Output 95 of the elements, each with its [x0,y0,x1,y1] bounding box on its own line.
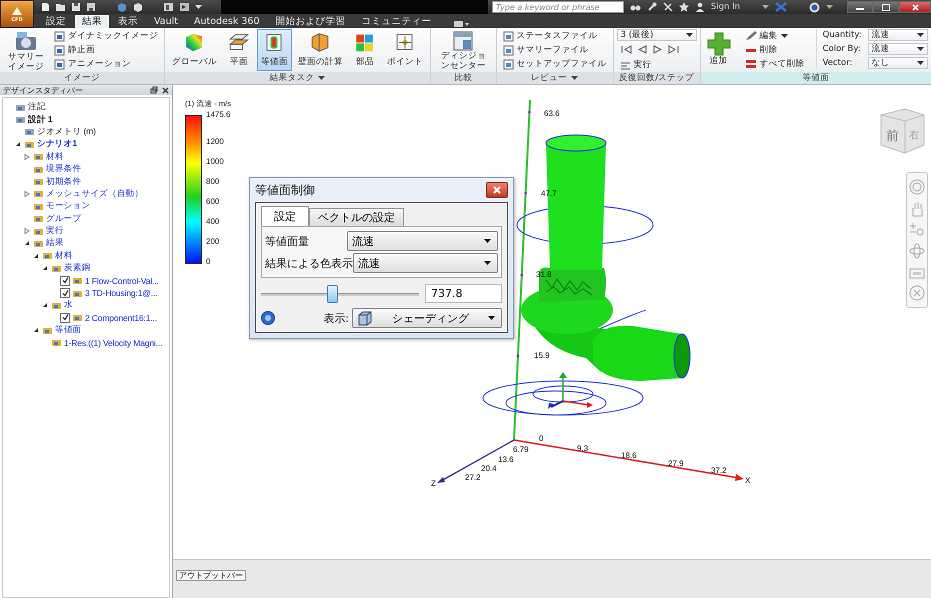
result-tool-button[interactable]: 部品 [348,29,381,71]
axis-tick-label: 0 [539,434,544,443]
field-label: 等値面量 [265,234,310,248]
ribbon-button[interactable]: ダイナミックイメージ [50,29,161,43]
axis-tick-label: 27.9 [668,459,684,468]
axis-tick-label: 20.4 [481,464,497,473]
legend-tick-label: 1000 [206,157,225,168]
ribbon-button[interactable]: 編集 [742,29,808,43]
view-cube-face-label[interactable]: 前 [886,129,899,144]
panel-title: 等値面 [802,72,830,84]
step-dropdown[interactable]: 3 (最後) [616,29,697,41]
tree-item[interactable]: 2 Component16:1... [85,312,157,323]
axis-tick-label: 6.79 [513,445,529,454]
axis-tick-label: 9.3 [577,444,588,453]
panel-title: 反復回数/ステップ [619,72,694,84]
run-button[interactable]: 実行 [616,58,655,72]
tree-item[interactable]: 3 TD-Housing:1@... [85,288,158,298]
tree-item[interactable]: ジオメトリ (m) [37,126,96,138]
axis-tick-label: 27.2 [465,473,481,482]
ribbon-button[interactable]: アニメーション [50,57,161,71]
dialog-tab[interactable]: ベクトルの設定 [309,208,404,226]
dialog-title: 等値面制御 [255,182,315,198]
value-field[interactable]: 737.8 [425,284,502,303]
ribbon-tab[interactable]: 設定 [39,15,73,28]
tree-item[interactable]: グループ [46,212,82,225]
dropdown[interactable]: なし [868,57,928,69]
decision-center-button[interactable]: ディシジョンセンター [434,29,493,72]
panel-title: レビュー [531,72,568,84]
legend-tick-label: 1475.6 [206,110,230,121]
ribbon-button[interactable]: 削除 [742,43,808,57]
legend-tick-label: 400 [206,217,220,228]
panel-title: イメージ [64,72,100,84]
tree-item[interactable]: メッシュサイズ（自動） [46,188,144,200]
field-label: Color By: [822,44,862,54]
result-tool-button[interactable]: 平面 [222,29,255,71]
legend-tick-label: 0 [206,257,212,268]
tree-item[interactable]: 結果 [46,237,64,250]
ribbon-button[interactable]: サマリーファイル [500,43,610,57]
ribbon-button[interactable]: セットアップファイル [500,57,610,71]
tree-item[interactable]: 境界条件 [46,163,82,176]
axis-tick-label: 37.2 [711,466,727,475]
ribbon-tab[interactable]: 結果 [75,15,109,28]
tree-item[interactable]: シナリオ1 [37,138,77,150]
tree-item[interactable]: 材料 [46,150,64,163]
output-bar-tab[interactable]: アウトプットバー [176,570,246,581]
ribbon-button[interactable]: すべて削除 [742,57,808,71]
tree-item[interactable]: 1 Flow-Control-Val... [85,276,159,286]
tree-item[interactable]: モーション [46,200,90,212]
panel-title: デザインスタディバー [3,84,84,96]
tree-item[interactable]: 設計 1 [28,114,52,126]
axis-tick-label: 15.9 [534,351,550,360]
ribbon-tab[interactable]: コミュニティー [354,15,439,28]
dialog-tab[interactable]: 設定 [261,206,309,226]
search-field[interactable]: Type a keyword or phrase [492,1,624,13]
tree-item[interactable]: 実行 [46,225,64,238]
field-label: 表示: [323,310,349,326]
dropdown-value: シェーディング [391,310,470,326]
axis-label: X [745,476,750,485]
dropdown[interactable]: シェーディング [352,308,502,328]
dropdown[interactable]: 流速 [868,29,928,41]
ribbon-tab[interactable]: 開始および学習 [268,15,353,28]
field-label: Vector: [822,58,854,68]
add-button[interactable]: 追加 [704,29,734,67]
tree-item[interactable]: 水 [64,299,73,312]
axis-tick-label: 18.6 [621,451,637,460]
tree-item[interactable]: 材料 [55,250,73,262]
ribbon-tab[interactable]: 表示 [111,15,145,28]
dropdown[interactable]: 流速 [347,231,498,251]
dropdown[interactable]: 流速 [868,43,928,55]
sign-in-link[interactable]: Sign In [710,2,740,12]
ribbon-tab[interactable]: Vault [147,15,185,28]
tree-item[interactable]: 等値面 [55,324,82,336]
legend-tick-label: 600 [206,197,220,208]
tree-item[interactable]: 炭素鋼 [64,262,91,274]
result-tool-button[interactable]: ポイント [382,29,427,71]
legend-tick-label: 800 [206,177,220,188]
result-tool-button[interactable]: 等値面 [256,29,292,71]
axis-tick-label: 13.6 [498,455,514,464]
ribbon-button[interactable]: ステータスファイル [500,29,610,43]
tree-item[interactable]: 初期条件 [46,176,82,188]
tree-item[interactable]: 1-Res.((1) Velocity Magni... [64,338,162,348]
legend-tick-label: 1200 [206,137,225,148]
tree-item[interactable]: 注記 [28,101,46,114]
ribbon-button[interactable]: 静止画 [50,43,161,57]
result-tool-button[interactable]: 壁面の計算 [294,29,347,71]
ribbon-tab[interactable]: Autodesk 360 [186,15,267,28]
panel-title: 結果タスク [269,72,314,84]
axis-tick-label: 63.6 [544,109,560,118]
result-tool-button[interactable]: グローバル [168,29,221,71]
field-label: Quantity: [822,30,862,40]
axis-label: Z [431,479,436,488]
legend-tick-label: 200 [206,237,220,248]
panel-title: 比較 [454,72,472,84]
dropdown[interactable]: 流速 [353,253,498,273]
field-label: 結果による色表示 [265,256,353,270]
